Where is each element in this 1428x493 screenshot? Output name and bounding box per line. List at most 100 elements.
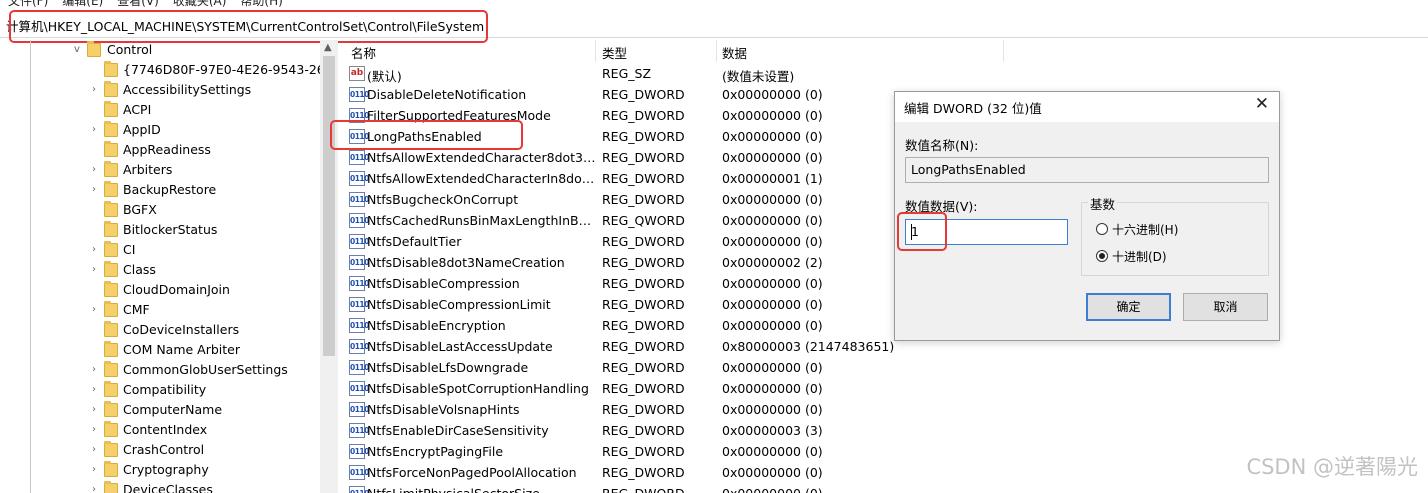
radio-unchecked-icon[interactable]	[1096, 223, 1108, 235]
chevron-right-icon[interactable]: ›	[89, 164, 99, 176]
radio-checked-icon[interactable]	[1096, 250, 1108, 262]
folder-icon	[104, 321, 118, 337]
tree-item[interactable]: › Compatibility	[0, 380, 330, 400]
registry-value-row[interactable]: 0110 NtfsDisableCompression REG_DWORD 0x000…	[343, 273, 903, 294]
tree-item-control[interactable]: v Control	[0, 40, 330, 60]
tree-item[interactable]: › Class	[0, 260, 330, 280]
chevron-right-icon[interactable]: ›	[89, 244, 99, 256]
edit-dword-dialog: 编辑 DWORD (32 位)值 ✕ 数值名称(N): LongPathsEna…	[894, 91, 1280, 341]
value-name: DisableDeleteNotification	[367, 87, 527, 102]
value-data: 0x00000000 (0)	[722, 444, 823, 459]
binary-value-icon: 0110	[349, 381, 369, 396]
radio-dec-label[interactable]: 十进制(D)	[1112, 248, 1167, 265]
value-name: NtfsDisableEncryption	[367, 318, 506, 333]
menu-item[interactable]: 查看(V)	[117, 0, 159, 8]
registry-value-row[interactable]: 0110 NtfsCachedRunsBinMaxLengthInBytes REG…	[343, 210, 903, 231]
cancel-button[interactable]: 取消	[1183, 293, 1268, 321]
close-icon[interactable]: ✕	[1255, 94, 1269, 114]
tree-item[interactable]: BitlockerStatus	[0, 220, 330, 240]
tree-item[interactable]: › DeviceClasses	[0, 480, 330, 493]
chevron-right-icon[interactable]: ›	[89, 304, 99, 316]
scroll-thumb[interactable]	[323, 56, 335, 356]
column-header-name[interactable]: 名称	[351, 43, 376, 62]
ok-button[interactable]: 确定	[1086, 293, 1171, 321]
tree-item[interactable]: ACPI	[0, 100, 330, 120]
chevron-right-icon[interactable]: ›	[89, 424, 99, 436]
tree-item-label: DeviceClasses	[123, 482, 213, 493]
tree-item[interactable]: › CommonGlobUserSettings	[0, 360, 330, 380]
tree-item[interactable]: BGFX	[0, 200, 330, 220]
value-name: NtfsDisableLastAccessUpdate	[367, 339, 553, 354]
tree-item[interactable]: COM Name Arbiter	[0, 340, 330, 360]
registry-value-row[interactable]: 0110 NtfsAllowExtendedCharacter8dot3Re...…	[343, 147, 903, 168]
folder-icon	[104, 261, 118, 277]
tree-item[interactable]: › AppID	[0, 120, 330, 140]
binary-value-icon: 0110	[349, 339, 369, 354]
folder-icon	[104, 341, 118, 357]
value-data-highlight-box	[897, 212, 947, 251]
menu-item[interactable]: 文件(F)	[8, 0, 48, 8]
chevron-right-icon[interactable]: ›	[89, 184, 99, 196]
registry-value-row[interactable]: 0110 NtfsDisable8dot3NameCreation REG_DWOR…	[343, 252, 903, 273]
chevron-right-icon[interactable]: ›	[89, 264, 99, 276]
tree-item[interactable]: › CrashControl	[0, 440, 330, 460]
menu-bar: 文件(F) 编辑(E) 查看(V) 收藏夹(A) 帮助(H)	[0, 0, 1428, 8]
registry-value-row[interactable]: 0110NtfsLimitPhysicalSectorSize REG_DWORD…	[343, 483, 903, 493]
registry-value-row[interactable]: 0110 NtfsEncryptPagingFile REG_DWORD 0x0000…	[343, 441, 903, 462]
tree-item[interactable]: CloudDomainJoin	[0, 280, 330, 300]
tree-item-label: CI	[123, 242, 136, 257]
registry-value-row[interactable]: 0110 NtfsDefaultTier REG_DWORD 0x00000000 (…	[343, 231, 903, 252]
registry-value-row[interactable]: 0110 NtfsDisableVolsnapHints REG_DWORD 0x00…	[343, 399, 903, 420]
menu-item[interactable]: 帮助(H)	[240, 0, 282, 8]
chevron-right-icon[interactable]: ›	[89, 364, 99, 376]
registry-value-row[interactable]: 0110 NtfsDisableSpotCorruptionHandling REG…	[343, 378, 903, 399]
tree-item[interactable]: › Arbiters	[0, 160, 330, 180]
registry-value-row[interactable]: 0110 DisableDeleteNotification REG_DWORD 0x…	[343, 84, 903, 105]
column-header-data[interactable]: 数据	[722, 43, 747, 62]
tree-item[interactable]: › AccessibilitySettings	[0, 80, 330, 100]
menu-item[interactable]: 收藏夹(A)	[173, 0, 227, 8]
tree-item[interactable]: › CMF	[0, 300, 330, 320]
value-type: REG_DWORD	[602, 318, 685, 333]
chevron-right-icon[interactable]: ›	[89, 84, 99, 96]
value-name: NtfsDisableCompression	[367, 276, 520, 291]
registry-value-row[interactable]: 0110 NtfsAllowExtendedCharacterIn8dot3...…	[343, 168, 903, 189]
binary-value-icon: 0110	[349, 465, 369, 480]
tree-item[interactable]: {7746D80F-97E0-4E26-9543-26B41	[0, 60, 330, 80]
tree-item[interactable]: › BackupRestore	[0, 180, 330, 200]
registry-value-row[interactable]: ab (默认) REG_SZ (数值未设置)	[343, 63, 903, 84]
chevron-right-icon[interactable]: ›	[89, 484, 99, 493]
radio-hex-label[interactable]: 十六进制(H)	[1112, 221, 1178, 238]
value-name: NtfsDisableCompressionLimit	[367, 297, 551, 312]
menu-item[interactable]: 编辑(E)	[62, 0, 103, 8]
chevron-right-icon[interactable]: ›	[89, 384, 99, 396]
chevron-down-icon[interactable]: v	[72, 44, 82, 56]
radio-dec[interactable]: 十进制(D)	[1096, 248, 1236, 266]
value-data: 0x00000000 (0)	[722, 402, 823, 417]
registry-value-row[interactable]: 0110 NtfsBugcheckOnCorrupt REG_DWORD 0x0000…	[343, 189, 903, 210]
registry-value-row[interactable]: 0110 NtfsDisableLfsDowngrade REG_DWORD 0x00…	[343, 357, 903, 378]
column-header-type[interactable]: 类型	[602, 43, 627, 62]
chevron-right-icon[interactable]: ›	[89, 404, 99, 416]
chevron-right-icon[interactable]: ›	[89, 444, 99, 456]
tree-item[interactable]: › CI	[0, 240, 330, 260]
registry-value-row[interactable]: 0110 NtfsDisableLastAccessUpdate REG_DWORD…	[343, 336, 903, 357]
tree-scrollbar[interactable]: ▲	[320, 40, 338, 493]
scroll-up-icon[interactable]: ▲	[324, 42, 332, 53]
column-divider[interactable]	[595, 40, 596, 62]
registry-value-row[interactable]: 0110 NtfsForceNonPagedPoolAllocation REG_D…	[343, 462, 903, 483]
value-name-field: LongPathsEnabled	[905, 157, 1269, 183]
registry-value-row[interactable]: 0110 NtfsDisableCompressionLimit REG_DWORD…	[343, 294, 903, 315]
chevron-right-icon[interactable]: ›	[89, 124, 99, 136]
registry-value-row[interactable]: 0110 NtfsEnableDirCaseSensitivity REG_DWOR…	[343, 420, 903, 441]
registry-value-row[interactable]: 0110 NtfsDisableEncryption REG_DWORD 0x0000…	[343, 315, 903, 336]
tree-item[interactable]: CoDeviceInstallers	[0, 320, 330, 340]
column-divider[interactable]	[716, 40, 717, 62]
tree-item[interactable]: › ComputerName	[0, 400, 330, 420]
chevron-right-icon[interactable]: ›	[89, 464, 99, 476]
column-divider[interactable]	[1003, 40, 1004, 62]
radio-hex[interactable]: 十六进制(H)	[1096, 221, 1236, 239]
tree-item[interactable]: › ContentIndex	[0, 420, 330, 440]
tree-item[interactable]: AppReadiness	[0, 140, 330, 160]
tree-item[interactable]: › Cryptography	[0, 460, 330, 480]
